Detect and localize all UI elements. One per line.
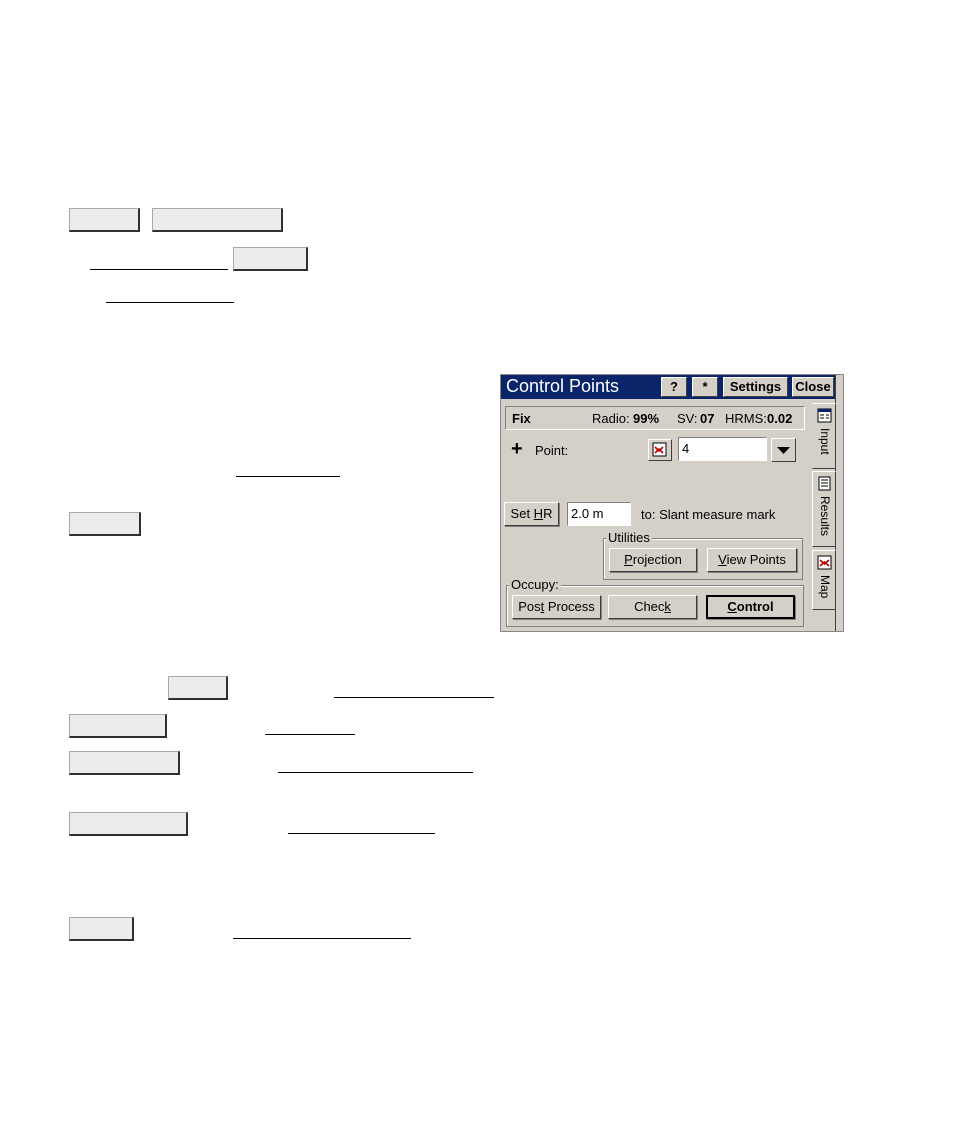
redacted-link-4 (334, 697, 494, 698)
point-label: Point: (535, 443, 569, 458)
view-points-text: iew Points (726, 552, 786, 567)
redacted-key-9 (69, 917, 134, 941)
projection-text: rojection (632, 552, 682, 567)
control-points-window: Control Points ? * Settings Close Fix Ra… (500, 374, 844, 632)
redacted-link-8 (233, 938, 411, 939)
occupy-label: Occupy: (509, 577, 561, 592)
check-text: Chec (634, 599, 665, 614)
help-button[interactable]: ? (661, 377, 687, 397)
scroll-edge (835, 375, 843, 631)
gnss-status-bar: Fix Radio: 99% SV: 07 HRMS: 0.02 (505, 406, 805, 430)
redacted-link-1 (90, 269, 228, 270)
post-process-button[interactable]: Post Process (512, 595, 601, 619)
height-type-label[interactable]: to: Slant measure mark (641, 507, 775, 522)
hrms-value: 0.02 (767, 411, 793, 426)
redacted-key-4 (69, 512, 141, 536)
projection-mnemonic: P (624, 552, 633, 567)
redacted-link-2 (106, 302, 234, 303)
sv-label: SV: (677, 411, 698, 426)
title-bar: Control Points ? * Settings Close (501, 375, 835, 399)
redacted-link-6 (278, 772, 473, 773)
point-input[interactable]: 4 (678, 437, 767, 461)
map-tab-icon (817, 555, 832, 570)
fix-status: Fix (512, 411, 531, 426)
settings-button[interactable]: Settings (723, 377, 788, 397)
post-process-text-b: Process (544, 599, 595, 614)
tab-map[interactable]: Map (812, 550, 836, 610)
close-button[interactable]: Close (792, 377, 834, 397)
redacted-key-6 (69, 714, 167, 738)
utilities-label: Utilities (606, 530, 652, 545)
control-button[interactable]: Control (706, 595, 795, 619)
redacted-key-7 (69, 751, 180, 775)
redacted-key-1 (69, 208, 140, 232)
control-mnemonic: C (727, 599, 737, 614)
sv-value: 07 (700, 411, 715, 426)
set-hr-text: Set (510, 506, 534, 521)
redacted-link-3 (236, 476, 340, 477)
window-title: Control Points (506, 376, 620, 396)
redacted-key-3 (233, 247, 308, 271)
tab-results[interactable]: Results (812, 471, 836, 547)
redacted-key-2 (152, 208, 283, 232)
star-button[interactable]: * (692, 377, 718, 397)
projection-button[interactable]: Projection (609, 548, 697, 572)
radio-label: Radio: (592, 411, 630, 426)
map-pick-icon[interactable] (648, 439, 672, 461)
view-points-mnemonic: V (718, 552, 727, 567)
redacted-key-8 (69, 812, 188, 836)
redacted-link-5 (265, 734, 355, 735)
input-tab-icon (817, 408, 832, 423)
tab-map-label: Map (818, 575, 832, 599)
set-hr-suffix: R (543, 506, 553, 521)
tab-input-label: Input (818, 428, 832, 455)
view-points-button[interactable]: View Points (707, 548, 797, 572)
redacted-link-7 (288, 833, 435, 834)
hrms-label: HRMS: (725, 411, 767, 426)
tab-results-label: Results (818, 496, 832, 537)
set-hr-button[interactable]: Set HR (504, 502, 559, 526)
check-button[interactable]: Check (608, 595, 697, 619)
redacted-key-5 (168, 676, 228, 700)
control-text: ontrol (736, 599, 774, 614)
set-hr-mnemonic: H (533, 506, 544, 521)
antenna-height-input[interactable]: 2.0 m (567, 502, 631, 526)
check-mnemonic: k (664, 599, 671, 614)
post-process-text-a: Pos (518, 599, 541, 614)
tab-input[interactable]: Input (812, 403, 836, 469)
point-dropdown-button[interactable] (771, 438, 796, 462)
radio-value: 99% (633, 411, 660, 426)
results-tab-icon (818, 476, 831, 491)
add-point-icon[interactable]: + (511, 438, 523, 461)
